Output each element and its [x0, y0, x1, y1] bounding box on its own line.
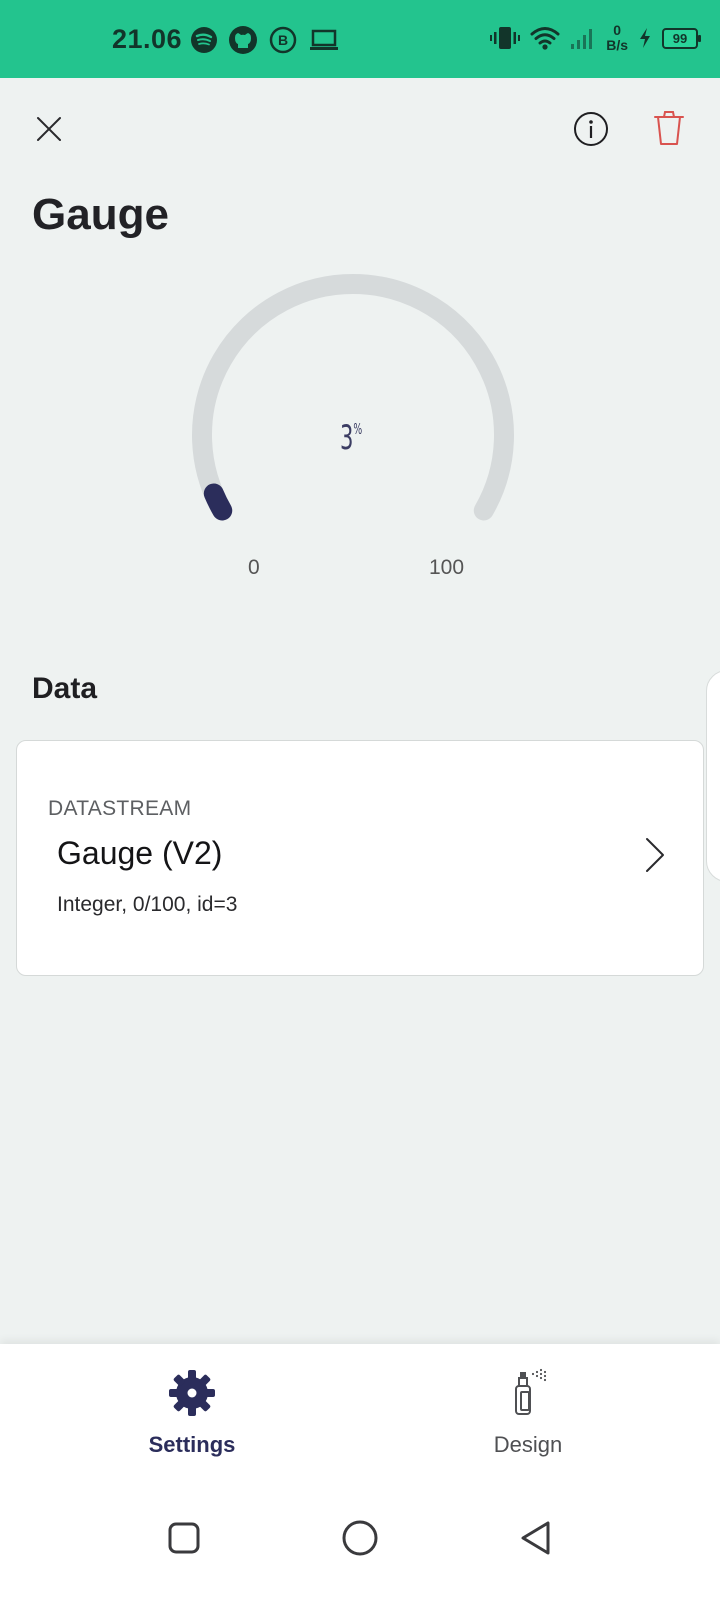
- gauge-unit: %: [353, 420, 363, 438]
- triangle-back-icon: [521, 1521, 550, 1555]
- speed-unit: B/s: [606, 37, 628, 53]
- trash-icon: [654, 111, 684, 145]
- data-section-title: Data: [32, 672, 98, 705]
- vibrate-icon: [490, 27, 521, 49]
- recents-button[interactable]: [160, 1514, 208, 1562]
- info-button[interactable]: [570, 108, 612, 150]
- laptop-icon: [310, 29, 338, 50]
- info-icon: [574, 112, 608, 146]
- bottom-navigation: Settings Design: [0, 1344, 720, 1488]
- gauge-value-readout: 3%: [340, 418, 362, 458]
- speed-value: 0: [613, 22, 621, 38]
- close-button[interactable]: [28, 108, 70, 150]
- gear-icon: [169, 1370, 215, 1416]
- home-button[interactable]: [336, 1514, 384, 1562]
- wifi-icon: [530, 27, 560, 50]
- delete-button[interactable]: [648, 106, 690, 150]
- back-button[interactable]: [512, 1514, 560, 1562]
- datastream-name: Gauge (V2): [57, 835, 223, 871]
- tab-design[interactable]: Design: [428, 1368, 628, 1478]
- network-speed: 0 B/s: [606, 23, 628, 53]
- gauge-value: 3: [340, 418, 354, 458]
- spotify-icon: [191, 27, 217, 53]
- gauge-max-label: 100: [429, 556, 465, 579]
- spray-can-icon: [515, 1368, 547, 1415]
- whatsapp-business-icon: B: [269, 26, 297, 54]
- close-icon: [37, 117, 61, 141]
- charging-icon: [640, 28, 650, 48]
- status-bar: 21.06 B 0 B/s 99: [0, 0, 720, 78]
- battery-indicator: 99: [662, 27, 701, 49]
- datastream-card[interactable]: DATASTREAM Gauge (V2) Integer, 0/100, id…: [16, 740, 704, 976]
- gauge-min-label: 0: [248, 556, 260, 579]
- system-navigation-bar: [0, 1488, 720, 1600]
- gauge-widget: 3% 0 100: [180, 270, 540, 590]
- gauge-fill: [203, 483, 233, 521]
- tab-settings-label: Settings: [148, 1432, 236, 1457]
- notification-icons: B: [190, 24, 340, 56]
- page-title: Gauge: [32, 190, 169, 239]
- github-icon: [229, 26, 257, 54]
- square-icon: [168, 1522, 200, 1554]
- system-indicators: 0 B/s 99: [490, 18, 701, 58]
- circle-icon: [342, 1520, 378, 1556]
- datastream-meta: Integer, 0/100, id=3: [57, 893, 238, 916]
- status-time: 21.06: [112, 24, 183, 54]
- tab-settings[interactable]: Settings: [92, 1368, 292, 1478]
- tab-design-label: Design: [493, 1432, 563, 1457]
- chevron-right-icon: [646, 838, 664, 872]
- svg-text:B: B: [278, 32, 288, 48]
- datastream-kicker: DATASTREAM: [48, 797, 192, 820]
- side-panel-handle[interactable]: [706, 670, 720, 882]
- gauge-track: [192, 274, 514, 521]
- signal-icon: [571, 29, 593, 49]
